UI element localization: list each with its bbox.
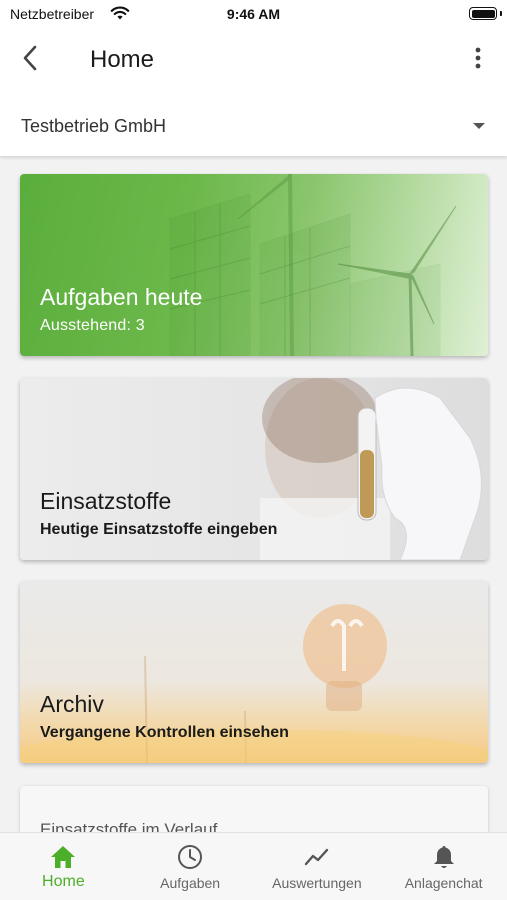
company-dropdown-value: Testbetrieb GmbH — [21, 116, 167, 136]
archiv-card[interactable]: Archiv Vergangene Kontrollen einsehen — [20, 581, 488, 763]
company-dropdown[interactable]: Testbetrieb GmbH — [0, 90, 507, 156]
status-bar: Netzbetreiber 9:46 AM — [0, 0, 507, 30]
trend-chart-icon — [304, 843, 330, 871]
nav-home-label: Home — [42, 873, 85, 890]
more-horizontal-icon[interactable]: ... — [432, 820, 450, 832]
einsatzstoffe-card[interactable]: Einsatzstoffe Heutige Einsatzstoffe eing… — [20, 378, 488, 560]
bottom-navigation: Home Aufgaben Auswertungen Anlagenchat — [0, 832, 507, 900]
tasks-card-title: Aufgaben heute — [40, 284, 203, 310]
clock-icon — [177, 843, 203, 871]
tasks-card-subtitle: Ausstehend: 3 — [40, 317, 145, 334]
nav-auswertungen-label: Auswertungen — [272, 875, 362, 891]
nav-anlagenchat-label: Anlagenchat — [404, 875, 483, 891]
nav-anlagenchat[interactable]: Anlagenchat — [380, 833, 507, 900]
battery-icon — [469, 7, 497, 20]
home-icon — [50, 843, 76, 871]
tasks-today-card[interactable]: Aufgaben heute Ausstehend: 3 — [20, 174, 488, 356]
nav-auswertungen[interactable]: Auswertungen — [254, 833, 381, 900]
verlauf-card-title: Einsatzstoffe im Verlauf — [40, 820, 218, 832]
nav-home[interactable]: Home — [0, 833, 127, 900]
einsatzstoffe-card-title: Einsatzstoffe — [40, 488, 172, 514]
back-button[interactable] — [14, 44, 46, 76]
clock-time: 9:46 AM — [226, 6, 281, 22]
more-menu-button[interactable] — [463, 44, 493, 76]
nav-aufgaben-label: Aufgaben — [160, 875, 221, 891]
einsatzstoffe-card-subtitle: Heutige Einsatzstoffe eingeben — [40, 521, 278, 538]
dashboard-content[interactable]: Aufgaben heute Ausstehend: 3 Einsatzstof… — [0, 156, 507, 832]
archiv-card-title: Archiv — [40, 691, 104, 717]
caret-down-icon — [473, 123, 485, 129]
more-vertical-icon — [475, 47, 481, 74]
chevron-left-icon — [22, 45, 38, 76]
page-title: Home — [90, 46, 155, 73]
nav-aufgaben[interactable]: Aufgaben — [127, 833, 254, 900]
bell-icon — [433, 843, 455, 871]
archiv-card-subtitle: Vergangene Kontrollen einsehen — [40, 724, 289, 741]
battery-tip — [500, 11, 502, 16]
einsatzstoffe-verlauf-card[interactable]: Einsatzstoffe im Verlauf ... — [20, 786, 488, 832]
app-header: Home — [0, 30, 507, 90]
